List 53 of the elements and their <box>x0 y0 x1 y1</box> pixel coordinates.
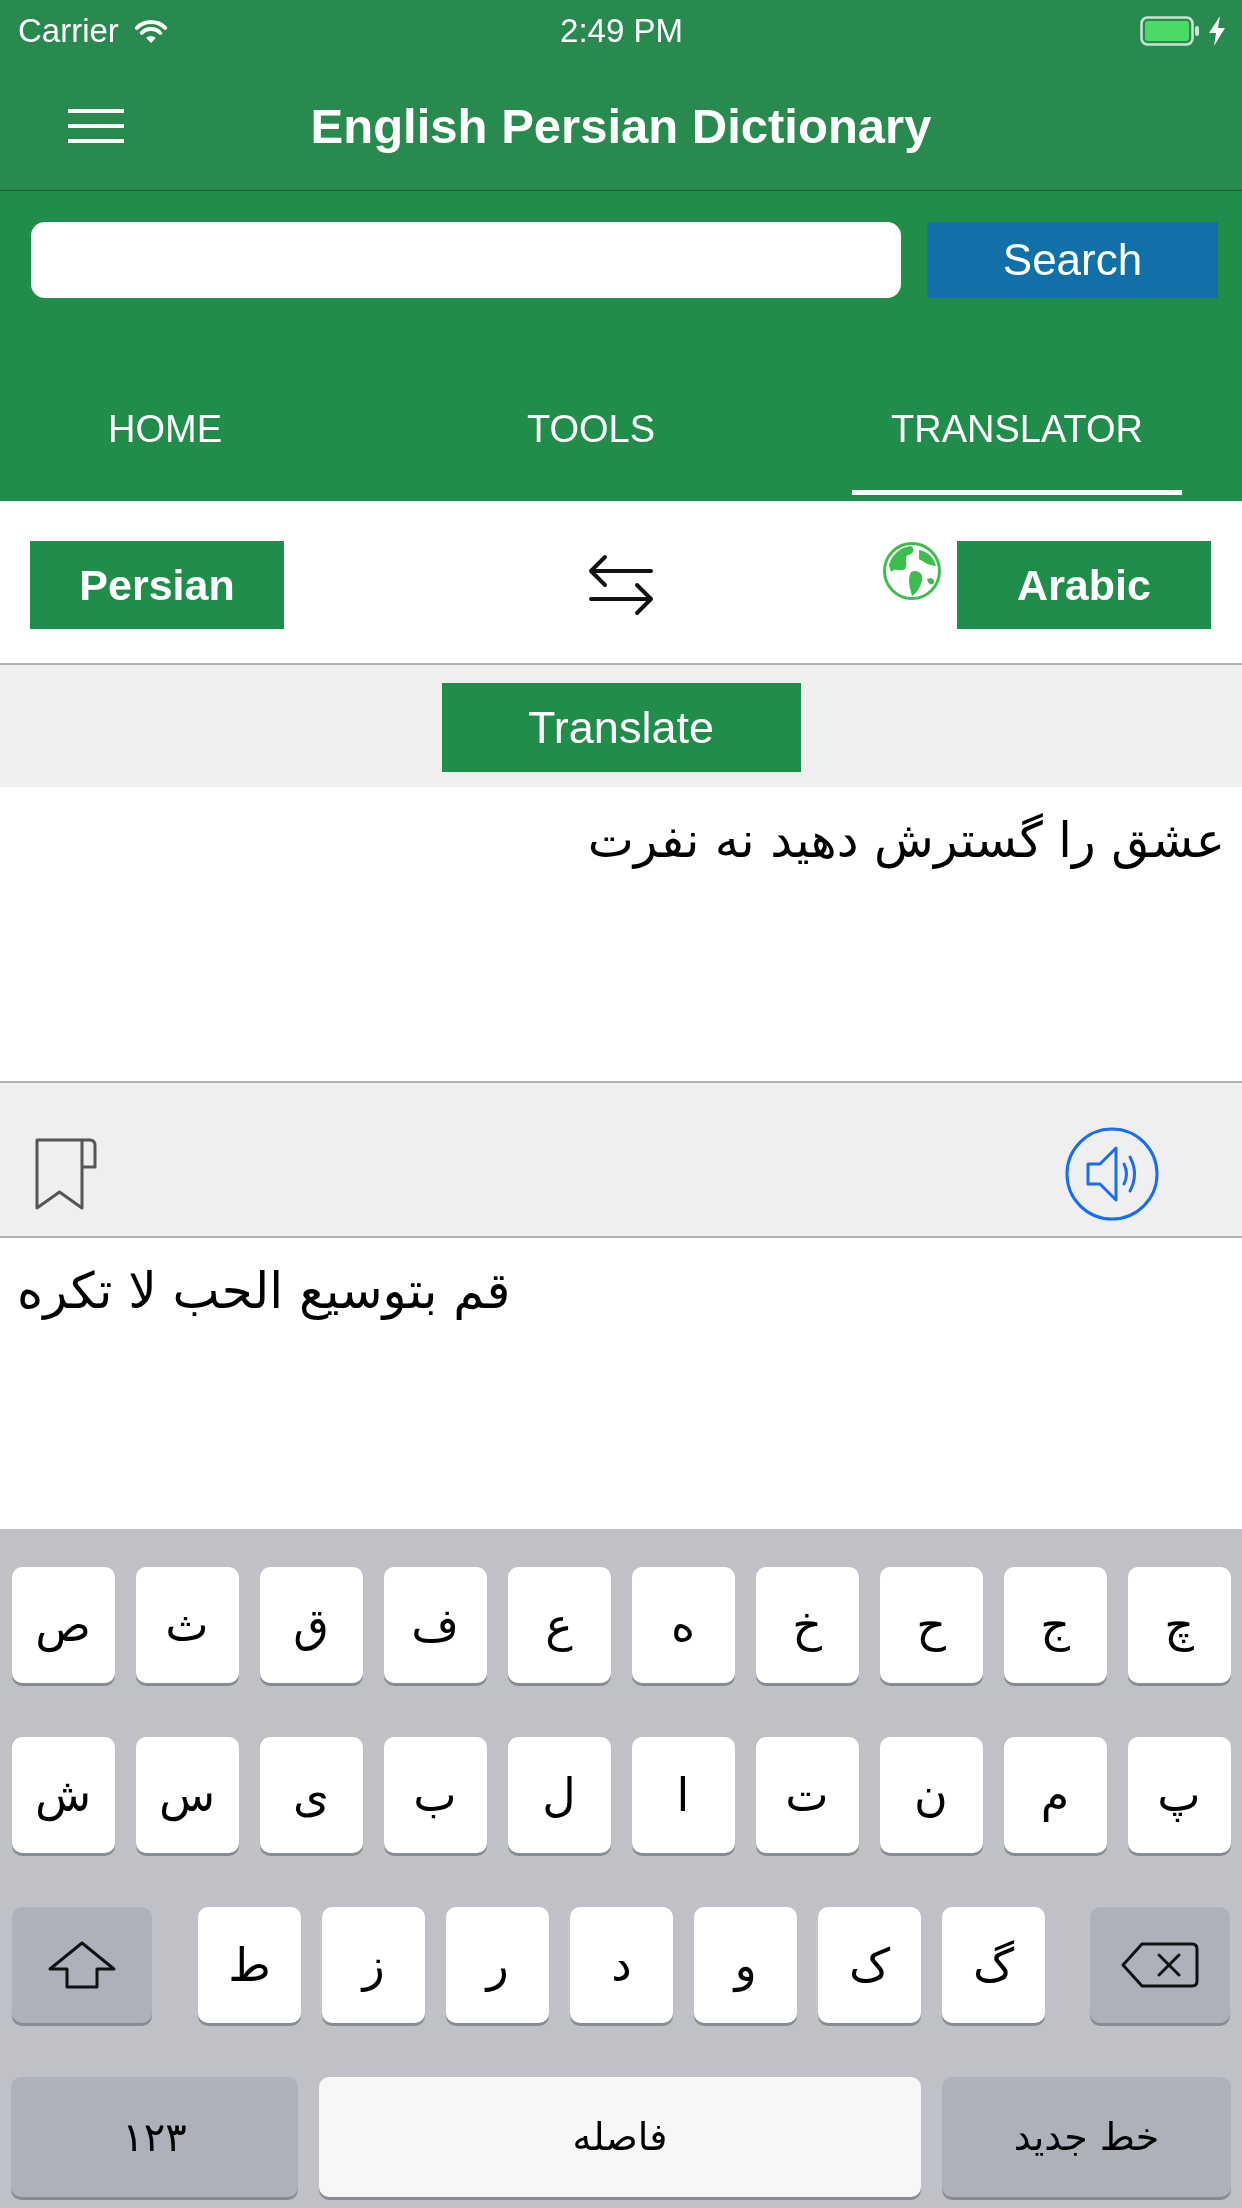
bookmark-icon[interactable] <box>34 1136 98 1211</box>
keyboard-key[interactable]: و <box>694 1907 797 2023</box>
wifi-icon <box>132 18 169 44</box>
tab[interactable]: TOOLS <box>426 393 756 495</box>
keyboard-key[interactable]: ج <box>1003 1567 1107 1683</box>
keyboard-key[interactable]: ح <box>879 1567 983 1683</box>
search-button[interactable]: Search <box>927 222 1218 298</box>
keyboard-key[interactable]: ا <box>631 1737 735 1853</box>
keyboard-key[interactable]: پ <box>1127 1737 1231 1853</box>
battery-icon <box>1140 16 1200 46</box>
carrier-name: Carrier <box>18 12 119 50</box>
translation-text: قم بتوسيع الحب لا تكره <box>17 1261 511 1322</box>
keyboard-key[interactable]: ش <box>11 1737 115 1853</box>
keyboard-key[interactable]: س <box>135 1737 239 1853</box>
keyboard-key[interactable]: ز <box>322 1907 425 2023</box>
translate-button[interactable]: Translate <box>441 683 801 772</box>
backspace-key[interactable] <box>1090 1907 1230 2023</box>
target-language-button[interactable]: Arabic <box>957 541 1211 629</box>
tab[interactable]: TRANSLATOR <box>852 393 1182 495</box>
keyboard-key[interactable]: خ <box>755 1567 859 1683</box>
keyboard-key[interactable]: ب <box>383 1737 487 1853</box>
keyboard-key[interactable]: ق <box>259 1567 363 1683</box>
menu-icon[interactable] <box>68 109 124 143</box>
keyboard-key[interactable]: ط <box>198 1907 301 2023</box>
keyboard-key[interactable]: ص <box>11 1567 115 1683</box>
return-key[interactable]: خط جدید <box>942 2077 1231 2197</box>
numbers-key[interactable]: ۱۲۳ <box>11 2077 298 2197</box>
shift-key[interactable] <box>12 1907 152 2023</box>
globe-icon <box>882 541 942 601</box>
keyboard-key[interactable]: ف <box>383 1567 487 1683</box>
keyboard-key[interactable]: گ <box>942 1907 1045 2023</box>
clock-time: 2:49 PM <box>560 12 683 50</box>
backspace-icon <box>1120 1941 1200 1989</box>
shift-icon <box>47 1940 117 1990</box>
keyboard-key[interactable]: ر <box>446 1907 549 2023</box>
keyboard-key[interactable]: ت <box>755 1737 859 1853</box>
search-field[interactable] <box>31 222 901 298</box>
keyboard-key[interactable]: ث <box>135 1567 239 1683</box>
app-title: English Persian Dictionary <box>310 98 932 154</box>
keyboard-key[interactable]: م <box>1003 1737 1107 1853</box>
keyboard-key[interactable]: ع <box>507 1567 611 1683</box>
keyboard-key[interactable]: ل <box>507 1737 611 1853</box>
keyboard-key[interactable]: ی <box>259 1737 363 1853</box>
space-key[interactable]: فاصله <box>319 2077 921 2197</box>
keyboard-key[interactable]: چ <box>1127 1567 1231 1683</box>
keyboard-key[interactable]: ک <box>818 1907 921 2023</box>
keyboard-key[interactable]: د <box>570 1907 673 2023</box>
speaker-icon[interactable] <box>1064 1125 1160 1222</box>
keyboard-key[interactable]: ه <box>631 1567 735 1683</box>
charging-bolt-icon <box>1209 16 1225 46</box>
tab[interactable]: HOME <box>0 393 330 495</box>
source-language-button[interactable]: Persian <box>30 541 284 629</box>
keyboard-key[interactable]: ن <box>879 1737 983 1853</box>
